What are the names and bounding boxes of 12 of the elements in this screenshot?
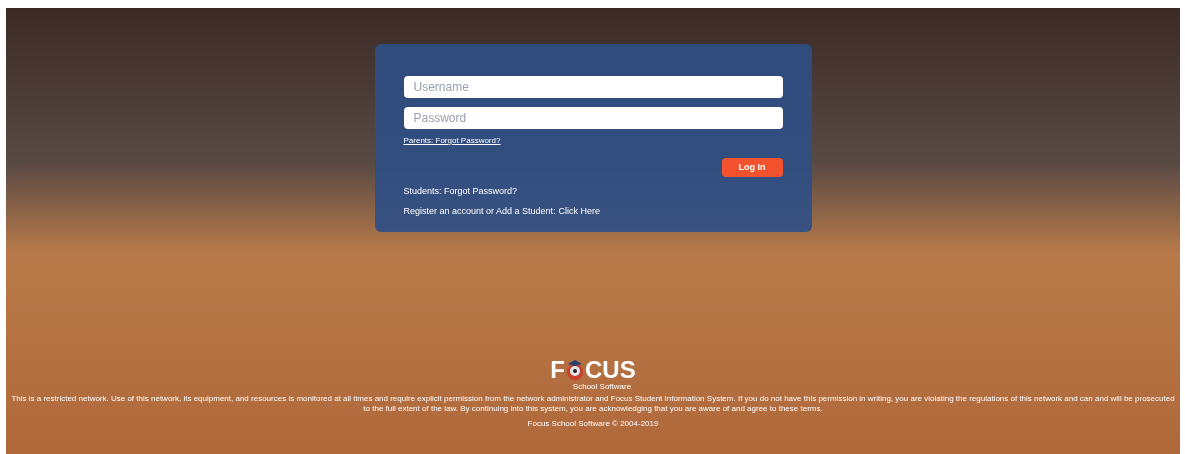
click-here-link[interactable]: Click Here bbox=[558, 204, 601, 218]
restricted-network-notice: This is a restricted network. Use of this network, its equipment, and resources is monitored at all times and require explicit permission from the network administrator and Focus Student Information System. If you do not have this permission in writing, you are violating the regulations of this network and can and will be prosecuted to the full extent of the law. By continuing into this system, you are acknowledging that you are aware of and agree to these terms. bbox=[10, 394, 1176, 414]
owl-icon bbox=[565, 359, 585, 381]
students-forgot-password-link[interactable]: Students: Forgot Password? bbox=[403, 185, 518, 199]
copyright-text: Focus School Software © 2004-2019 bbox=[527, 418, 659, 430]
register-text: Register an account or Add a Student: bbox=[403, 204, 556, 218]
logo-text: CUS bbox=[585, 358, 636, 382]
username-field[interactable]: Username bbox=[403, 76, 783, 98]
password-field[interactable]: Password bbox=[403, 107, 783, 129]
logo-text: F bbox=[550, 358, 565, 382]
parents-forgot-password-link[interactable]: Parents: Forgot Password? bbox=[403, 135, 501, 147]
logo-tagline: School Software bbox=[572, 382, 632, 391]
